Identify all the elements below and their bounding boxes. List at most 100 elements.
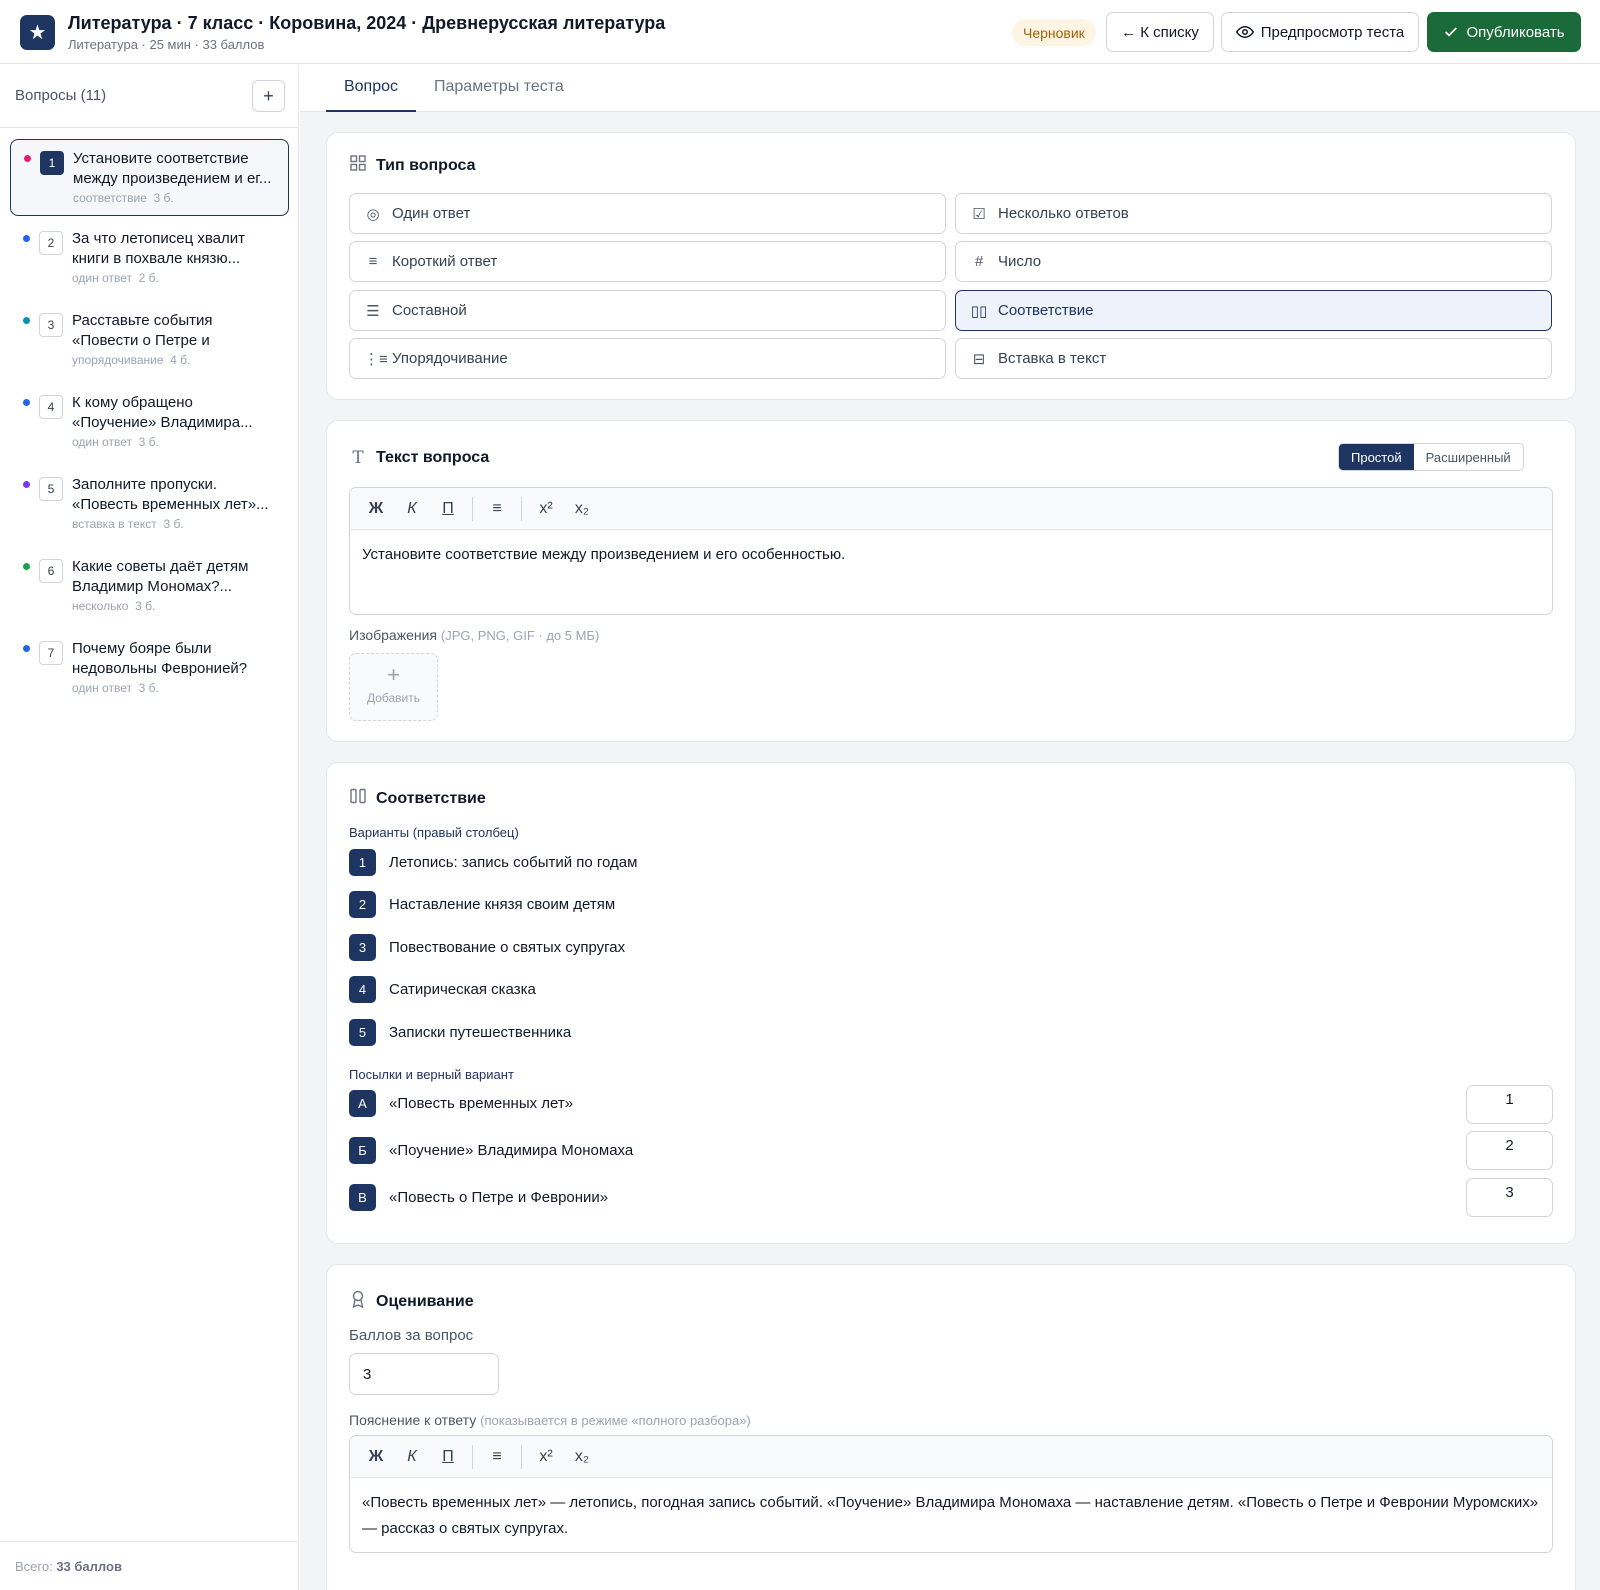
- question-preview-text: Заполните пропуски. «Повесть временных л…: [72, 476, 269, 513]
- question-text-content[interactable]: Установите соответствие между произведен…: [350, 530, 1552, 580]
- answer-input[interactable]: 2: [1466, 1131, 1553, 1170]
- question-list-item[interactable]: 1 Установите соответствие между произвед…: [10, 139, 289, 216]
- back-to-list-button[interactable]: ← К списку: [1106, 12, 1214, 52]
- type-option-single[interactable]: ◎ Один ответ: [349, 193, 946, 234]
- test-title: Литература · 7 класс · Коровина, 2024 · …: [68, 13, 666, 33]
- matching-premise: В «Повесть о Петре и Февронии»: [349, 1184, 608, 1211]
- question-list-item[interactable]: 7 Почему бояре были недовольны Февронией…: [10, 630, 289, 707]
- type-option-label: Один ответ: [392, 205, 471, 222]
- question-list-item[interactable]: 6 Какие советы даёт детям Владимир Моном…: [10, 548, 289, 625]
- matching-premise: А «Повесть временных лет»: [349, 1090, 573, 1117]
- option-text[interactable]: Наставление князя своим детям: [389, 896, 615, 913]
- questions-count-title: Вопросы (11): [15, 87, 107, 104]
- question-color-dot: [23, 235, 30, 242]
- add-image-button[interactable]: + Добавить: [349, 653, 438, 721]
- premise-text[interactable]: «Повесть временных лет»: [389, 1095, 573, 1112]
- question-preview-text: Расставьте события «Повести о Петре и Фе…: [72, 312, 213, 349]
- question-list-item[interactable]: 4 К кому обращено «Поучение» Владимира..…: [10, 384, 289, 461]
- answer-input[interactable]: 3: [1466, 1178, 1553, 1217]
- question-points: 2 б.: [138, 271, 159, 285]
- add-question-button[interactable]: +: [252, 80, 285, 112]
- premise-text[interactable]: «Повесть о Петре и Февронии»: [389, 1189, 608, 1206]
- type-option-insert[interactable]: ⊟ Вставка в текст: [955, 338, 1552, 379]
- question-number: 7: [39, 641, 63, 665]
- superscript-button[interactable]: x²: [528, 500, 564, 518]
- subscript-button[interactable]: x₂: [564, 500, 600, 518]
- type-option-ordering[interactable]: ⋮≡ Упорядочивание: [349, 338, 946, 379]
- matching-premise: Б «Поучение» Владимира Мономаха: [349, 1137, 633, 1164]
- toolbar-divider: [521, 496, 522, 521]
- question-text-label: Текст вопроса: [376, 449, 490, 466]
- app-logo-icon[interactable]: ★: [20, 15, 55, 50]
- toolbar-divider: [472, 1444, 473, 1469]
- underline-button[interactable]: П: [430, 1448, 466, 1466]
- matching-option: 3 Повествование о святых супругах: [349, 934, 625, 961]
- type-option-matching[interactable]: ▯▯ Соответствие: [955, 290, 1552, 331]
- option-text[interactable]: Повествование о святых супругах: [389, 939, 625, 956]
- type-option-label: Соответствие: [998, 302, 1094, 319]
- question-color-dot: [23, 481, 30, 488]
- checkbox-icon: ☑: [972, 205, 986, 223]
- question-points: 3 б.: [163, 517, 184, 531]
- mode-advanced-button[interactable]: Расширенный: [1414, 444, 1523, 470]
- question-type: вставка в текст: [72, 517, 157, 531]
- title-block: Литература · 7 класс · Коровина, 2024 · …: [68, 13, 665, 52]
- type-option-label: Вставка в текст: [998, 350, 1107, 367]
- option-text[interactable]: Сатирическая сказка: [389, 981, 536, 998]
- tab-test-settings[interactable]: Параметры теста: [434, 78, 564, 112]
- question-meta: один ответ 2 б.: [72, 271, 159, 285]
- points-input[interactable]: 3: [349, 1353, 499, 1395]
- question-meta: соответствие 3 б.: [73, 191, 174, 205]
- mode-simple-button[interactable]: Простой: [1339, 444, 1414, 470]
- type-option-number[interactable]: # Число: [955, 241, 1552, 282]
- list-button[interactable]: ≡: [479, 1448, 515, 1466]
- publish-button[interactable]: Опубликовать: [1427, 12, 1581, 52]
- option-text[interactable]: Летопись: запись событий по годам: [389, 854, 637, 871]
- hash-icon: #: [974, 253, 984, 270]
- italic-button[interactable]: К: [394, 1448, 430, 1466]
- type-option-short[interactable]: ≡ Короткий ответ: [349, 241, 946, 282]
- matching-card: Соответствие Варианты (правый столбец) 1…: [326, 762, 1576, 1244]
- question-color-dot: [24, 155, 31, 162]
- question-number: 6: [39, 559, 63, 583]
- editor-toolbar: Ж К П ≡ x² x₂: [350, 1436, 1552, 1478]
- question-number: 4: [39, 395, 63, 419]
- question-color-dot: [23, 317, 30, 324]
- question-color-dot: [23, 399, 30, 406]
- matching-title: Соответствие: [349, 788, 486, 809]
- grading-card: Оценивание Баллов за вопрос 3 Пояснение …: [326, 1264, 1576, 1590]
- answer-input[interactable]: 1: [1466, 1085, 1553, 1124]
- tab-question[interactable]: Вопрос: [326, 78, 416, 112]
- insert-text-icon: ⊟: [972, 350, 986, 368]
- type-option-compound[interactable]: ☰ Составной: [349, 290, 946, 331]
- option-text[interactable]: Записки путешественника: [389, 1024, 571, 1041]
- question-meta: один ответ 3 б.: [72, 435, 159, 449]
- sidebar-footer: Всего: 33 баллов: [0, 1541, 299, 1590]
- underline-button[interactable]: П: [430, 500, 466, 518]
- eye-icon: [1235, 25, 1254, 39]
- text-icon: T: [352, 448, 364, 468]
- bold-button[interactable]: Ж: [358, 500, 394, 518]
- question-number: 3: [39, 313, 63, 337]
- type-option-multiple[interactable]: ☑ Несколько ответов: [955, 193, 1552, 234]
- question-preview-text: К кому обращено «Поучение» Владимира...: [72, 394, 253, 431]
- status-badge: Черновик: [1012, 19, 1096, 46]
- type-option-label: Число: [998, 253, 1042, 270]
- explanation-content[interactable]: «Повесть временных лет» — летопись, пого…: [350, 1478, 1552, 1552]
- superscript-button[interactable]: x²: [528, 1448, 564, 1466]
- list-button[interactable]: ≡: [479, 500, 515, 518]
- italic-button[interactable]: К: [394, 500, 430, 518]
- question-list-item[interactable]: 2 За что летописец хвалит книги в похвал…: [10, 220, 289, 297]
- premise-text[interactable]: «Поучение» Владимира Мономаха: [389, 1142, 633, 1159]
- question-points: 3 б.: [153, 191, 174, 205]
- preview-button[interactable]: Предпросмотр теста: [1221, 12, 1419, 52]
- subscript-button[interactable]: x₂: [564, 1448, 600, 1466]
- question-type: один ответ: [72, 681, 132, 695]
- question-list-item[interactable]: 5 Заполните пропуски. «Повесть временных…: [10, 466, 289, 543]
- bold-button[interactable]: Ж: [358, 1448, 394, 1466]
- question-list-item[interactable]: 3 Расставьте события «Повести о Петре и …: [10, 302, 289, 379]
- question-color-dot: [23, 645, 30, 652]
- text-lines-icon: ≡: [368, 253, 378, 270]
- check-icon: [1445, 27, 1458, 37]
- question-type: упорядочивание: [72, 353, 164, 367]
